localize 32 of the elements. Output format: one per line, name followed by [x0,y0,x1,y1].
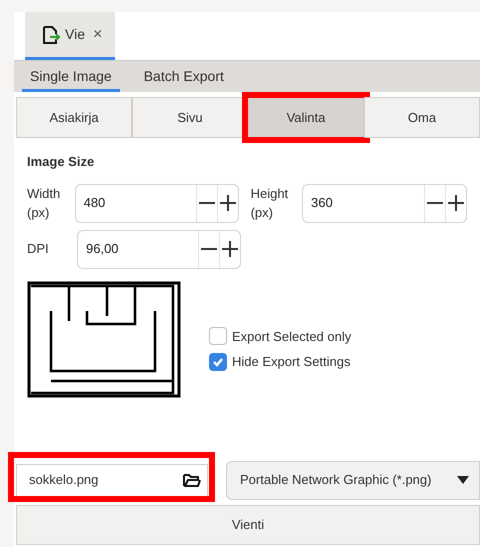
field-label: Width (px) [27,185,62,222]
mode-tab[interactable]: Batch Export [136,61,232,92]
caret-icon [457,476,469,484]
folder-icon[interactable] [182,472,201,488]
check-icon [212,356,224,368]
area-button[interactable]: Asiakirja [16,97,132,138]
number-spinner[interactable]: 480 [74,184,239,222]
checkbox[interactable] [209,327,227,346]
area-button[interactable]: Valinta [248,97,364,138]
filename-value: sokkelo.png [29,471,98,490]
format-dropdown[interactable]: Portable Network Graphic (*.png) [226,460,480,500]
number-spinner[interactable]: 360 [302,184,467,222]
number-input[interactable]: 96,00 [78,239,198,259]
number-input[interactable]: 480 [76,193,196,213]
number-spinner[interactable]: 96,00 [77,230,241,268]
plus-icon[interactable] [218,194,237,212]
tab-label: Vie [65,25,85,44]
section-heading: Image Size [27,153,96,171]
close-button[interactable]: × [92,22,102,46]
document-tab[interactable]: Vie × [25,12,115,60]
number-input[interactable]: 360 [303,193,424,213]
plus-icon[interactable] [447,194,465,212]
export-button[interactable]: Vienti [16,504,480,544]
checkbox-option[interactable]: Hide Export Settings [209,352,352,372]
document-export-icon [41,24,61,44]
field-label: DPI [27,240,50,258]
filename-field[interactable]: sokkelo.png [16,464,208,496]
plus-icon[interactable] [221,240,239,258]
area-button[interactable]: Oma [364,97,480,138]
field-label: Height (px) [250,185,290,222]
checkbox[interactable] [209,352,227,371]
checkbox-option[interactable]: Export Selected only [209,326,352,346]
